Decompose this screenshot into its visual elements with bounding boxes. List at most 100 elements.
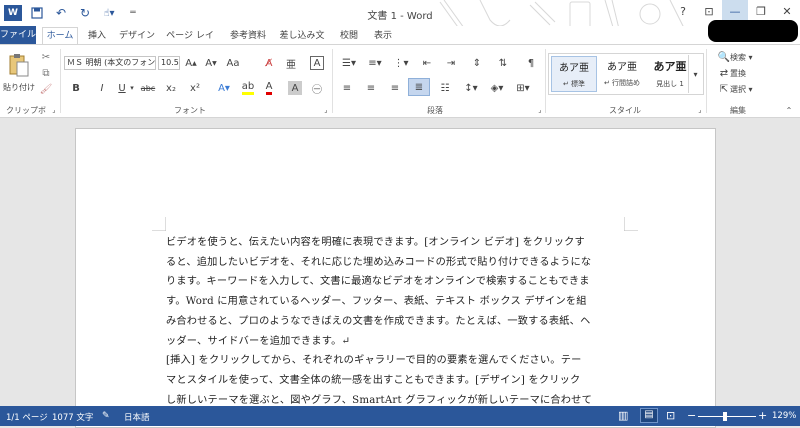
styles-launcher-icon[interactable]: ⌟ [696, 105, 704, 115]
character-shading-icon[interactable]: A [288, 81, 302, 95]
select-button[interactable]: 選択 ▾ [730, 83, 770, 95]
zoom-out-button[interactable]: − [687, 409, 696, 422]
tab-view[interactable]: 表示 [370, 28, 396, 44]
style-no-spacing[interactable]: あア亜 ↵ 行間詰め [599, 56, 645, 92]
borders-icon[interactable]: ⊞▾ [514, 81, 532, 95]
font-launcher-icon[interactable]: ⌟ [322, 105, 330, 115]
tab-insert[interactable]: 挿入 [84, 28, 110, 44]
zoom-slider-track[interactable] [698, 416, 756, 417]
window-controls: ? ⊡ — ❐ ✕ [670, 0, 800, 22]
shading-icon[interactable]: ◈▾ [488, 81, 506, 95]
text-line: [挿入] をクリックしてから、それぞれのギャラリーで目的の要素を選んでください。… [166, 355, 582, 367]
title-bar: W ↶ ↻ ☝▾ ═ 文書 1 - Word ? ⊡ — ❐ ✕ [0, 0, 800, 35]
numbering-icon[interactable]: ≡▾ [366, 56, 384, 70]
ribbon-home: 貼り付け ✂ ⧉ 🖌 クリップボード ⌟ ＭＳ 明朝 (本文のフォント 10.5… [0, 44, 800, 126]
tab-home[interactable]: ホーム [42, 27, 78, 45]
clear-formatting-icon[interactable]: A̸ [262, 56, 276, 70]
subscript-button[interactable]: x₂ [164, 81, 178, 95]
italic-button[interactable]: I [96, 81, 108, 95]
increase-indent-icon[interactable]: ⇥ [444, 56, 458, 70]
paragraph-launcher-icon[interactable]: ⌟ [536, 105, 544, 115]
align-left-icon[interactable]: ≡ [340, 81, 354, 95]
paragraph-group-label: 段落 [427, 106, 443, 115]
paste-icon[interactable] [6, 51, 32, 79]
zoom-slider-thumb[interactable] [723, 412, 727, 421]
format-painter-icon[interactable]: 🖌 [40, 83, 53, 95]
distributed-icon[interactable]: ☷ [438, 81, 452, 95]
styles-more-icon[interactable]: ▾ [688, 55, 702, 93]
replace-button[interactable]: 置換 [730, 67, 770, 79]
font-group-label: フォント [174, 106, 206, 115]
bullets-icon[interactable]: ☰▾ [340, 56, 358, 70]
paste-button[interactable]: 貼り付け [2, 81, 36, 93]
minimize-button[interactable]: — [722, 0, 748, 22]
text-line: す。Word に用意されているヘッダー、フッター、表紙、テキスト ボックス デザ… [166, 296, 587, 308]
highlight-icon[interactable]: ab [240, 81, 256, 95]
tab-file[interactable]: ファイル [0, 26, 36, 44]
font-color-icon[interactable]: A [262, 81, 276, 95]
collapse-ribbon-icon[interactable]: ⌃ [784, 105, 794, 115]
copy-icon[interactable]: ⧉ [40, 67, 52, 79]
zoom-level[interactable]: 129% [772, 411, 796, 421]
select-icon[interactable]: ⇱ [718, 83, 730, 95]
tab-page-layout[interactable]: ページ レイアウト [162, 28, 218, 57]
align-center-icon[interactable]: ≡ [364, 81, 378, 95]
ribbon-display-options-button[interactable]: ⊡ [696, 0, 722, 22]
superscript-button[interactable]: x² [188, 81, 202, 95]
underline-dropdown-icon[interactable]: ▾ [128, 81, 136, 95]
text-line: み合わせると、プロのようなできばえの文書を作成できます。たとえば、一致する表紙、… [166, 315, 591, 327]
multilevel-list-icon[interactable]: ⋮▾ [392, 56, 410, 70]
text-effects-icon[interactable]: A▾ [216, 81, 232, 95]
ribbon-tabs: ファイル ホーム 挿入 デザイン ページ レイアウト 参考資料 差し込み文書 校… [0, 26, 800, 57]
tab-mailings[interactable]: 差し込み文書 [276, 28, 328, 57]
change-case-icon[interactable]: Aa [226, 56, 240, 70]
find-icon[interactable]: 🔍 [718, 51, 730, 63]
find-button[interactable]: 検索 ▾ [730, 51, 770, 63]
read-mode-icon[interactable]: ▥ [618, 409, 628, 422]
crop-mark-top-left [152, 217, 166, 231]
style-heading-1[interactable]: あア亜 見出し 1 [647, 56, 693, 92]
language-indicator[interactable]: 日本語 [124, 411, 150, 423]
maximize-button[interactable]: ❐ [748, 0, 774, 22]
replace-icon[interactable]: ⇄ [718, 67, 730, 79]
justify-icon[interactable]: ≣ [408, 78, 430, 96]
underline-button[interactable]: U [116, 81, 128, 95]
tab-references[interactable]: 参考資料 [228, 28, 268, 44]
shrink-font-icon[interactable]: A ▼ [204, 56, 218, 70]
web-layout-icon[interactable]: ⊡ [666, 409, 675, 422]
tab-review[interactable]: 校閲 [336, 28, 362, 44]
text-line: ッダー、サイドバーを追加できます。↵ [166, 335, 351, 347]
font-name-combobox[interactable]: ＭＳ 明朝 (本文のフォント [64, 56, 156, 70]
status-bar: 1/1 ページ 1077 文字 ✎ 日本語 ▥ ▤ ⊡ − + 129% [0, 406, 800, 426]
show-marks-icon[interactable]: ¶ [524, 56, 538, 70]
phonetic-guide-icon[interactable]: 亜 [284, 56, 298, 71]
redacted-user-account [708, 20, 798, 42]
character-border-icon[interactable]: A [310, 56, 324, 70]
text-line: マとスタイルを使って、文書全体の統一感を出すこともできます。[デザイン] をクリ… [166, 374, 581, 386]
line-spacing-icon[interactable]: ⇕ [470, 56, 484, 70]
clipboard-launcher-icon[interactable]: ⌟ [50, 105, 58, 115]
print-layout-icon[interactable]: ▤ [640, 408, 658, 423]
styles-group-label: スタイル [609, 106, 641, 115]
proofing-icon[interactable]: ✎ [102, 411, 110, 421]
document-body[interactable]: ビデオを使うと、伝えたい内容を明確に表現できます。[オンライン ビデオ] をクリ… [166, 233, 628, 410]
sort-icon[interactable]: ⇅ [496, 56, 510, 70]
cut-icon[interactable]: ✂ [40, 51, 52, 63]
crop-mark-top-right [624, 217, 638, 231]
font-size-combobox[interactable]: 10.5 [158, 56, 180, 70]
close-button[interactable]: ✕ [774, 0, 800, 22]
enclose-characters-icon[interactable]: ㊀ [310, 81, 324, 96]
help-button[interactable]: ? [670, 0, 696, 22]
strikethrough-button[interactable]: abc [140, 81, 156, 95]
document-page[interactable]: ビデオを使うと、伝えたい内容を明確に表現できます。[オンライン ビデオ] をクリ… [75, 128, 716, 428]
word-count[interactable]: 1077 文字 [52, 411, 93, 423]
paragraph-spacing-icon[interactable]: ↕▾ [462, 81, 480, 95]
decrease-indent-icon[interactable]: ⇤ [420, 56, 434, 70]
bold-button[interactable]: B [70, 81, 82, 95]
page-count[interactable]: 1/1 ページ [6, 411, 48, 423]
zoom-in-button[interactable]: + [758, 409, 767, 422]
tab-design[interactable]: デザイン [117, 28, 157, 44]
align-right-icon[interactable]: ≡ [388, 81, 402, 95]
style-normal[interactable]: あア亜 ↵ 標準 [551, 56, 597, 92]
grow-font-icon[interactable]: A ▲ [184, 56, 198, 70]
